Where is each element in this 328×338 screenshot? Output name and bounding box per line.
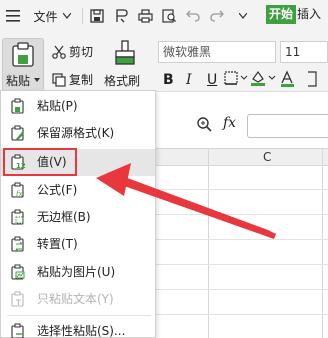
highlight-box: [3, 148, 77, 176]
grid-line: [156, 314, 328, 315]
hamburger-menu-icon[interactable]: [2, 0, 24, 32]
grid-line: [156, 214, 328, 215]
file-menu-button[interactable]: 文件: [26, 0, 78, 32]
undo-icon[interactable]: [182, 0, 204, 32]
menu-item-paste[interactable]: 粘贴(P): [1, 93, 155, 120]
ribbon-toolbar: 粘贴 剪切 复制 格式刷 微软雅黑 11 B I U: [0, 32, 328, 92]
file-menu-label: 文件: [33, 9, 58, 24]
menu-item-label: 保留源格式(K): [37, 126, 115, 140]
separator: [82, 8, 83, 24]
svg-text:fx: fx: [15, 190, 23, 198]
paste-dropdown-menu: 粘贴(P) 保留源格式(K) 12 值(V) fx 公式(F) 无边框(B) 转…: [0, 90, 156, 338]
font-name-select[interactable]: 微软雅黑: [158, 41, 276, 63]
menu-item-paste-as-picture[interactable]: 粘贴为图片(U): [1, 259, 155, 286]
menu-item-label: 选择性粘贴(S)...: [37, 324, 126, 338]
format-painter-icon: [115, 40, 135, 65]
paste-no-border-icon: [11, 209, 24, 225]
grid-line: [156, 189, 328, 190]
chevron-down-icon[interactable]: [232, 0, 254, 32]
grid-line: [156, 289, 328, 290]
paste-keep-format-icon: [11, 125, 24, 141]
bold-button[interactable]: B: [163, 70, 174, 90]
copy-button[interactable]: 复制: [52, 71, 93, 88]
grid-line: [156, 264, 328, 265]
menu-item-paste-text-only[interactable]: 只粘贴文本(Y): [1, 286, 155, 313]
paste-formula-icon: fx: [11, 182, 24, 198]
menu-item-label: 转置(T): [37, 237, 78, 251]
cut-label: 剪切: [69, 45, 94, 59]
formula-bar: fx: [156, 108, 328, 148]
grid-line: [156, 239, 328, 240]
insert-function-button[interactable]: fx: [223, 115, 236, 131]
menu-item-label: 粘贴为图片(U): [37, 265, 116, 279]
menu-item-label: 公式(F): [37, 183, 78, 197]
italic-button[interactable]: I: [186, 70, 192, 90]
borders-icon: [224, 71, 248, 85]
fill-color-icon: [251, 70, 276, 86]
menu-item-transpose[interactable]: 转置(T): [1, 231, 155, 258]
export-pdf-icon[interactable]: [110, 0, 132, 32]
tab-start[interactable]: 开始: [266, 5, 297, 24]
borders-button[interactable]: [224, 70, 250, 90]
grid-line: [322, 148, 323, 338]
underline-button[interactable]: U: [207, 70, 217, 90]
menu-item-formula[interactable]: fx 公式(F): [1, 177, 155, 204]
menu-item-paste-special[interactable]: 选择性粘贴(S)...: [1, 318, 155, 338]
copy-icon: [52, 72, 66, 87]
scissors-icon: [52, 45, 66, 59]
clipboard-icon: [12, 42, 34, 67]
paste-transpose-icon: [11, 236, 24, 252]
save-icon[interactable]: [86, 0, 108, 32]
tab-insert[interactable]: 插入: [297, 5, 321, 24]
column-header-c[interactable]: C: [263, 149, 271, 165]
column-header-row: C: [156, 148, 328, 166]
fill-color-button[interactable]: [250, 70, 278, 90]
menu-item-label: 只粘贴文本(Y): [37, 292, 114, 306]
font-size-select[interactable]: 11: [280, 41, 328, 63]
paste-as-picture-icon: [11, 264, 25, 280]
formula-input[interactable]: [247, 114, 328, 138]
menu-item-label: 无边框(B): [37, 210, 91, 224]
paste-text-only-icon: [11, 291, 24, 307]
zoom-magnifier-icon[interactable]: [196, 116, 212, 132]
menu-item-no-border[interactable]: 无边框(B): [1, 204, 155, 231]
print-preview-icon[interactable]: [158, 0, 180, 32]
paste-button[interactable]: 粘贴: [2, 38, 44, 92]
chevron-down-icon: [62, 13, 71, 19]
font-color-button[interactable]: [280, 70, 320, 90]
paste-special-icon: [11, 323, 24, 338]
paste-label: 粘贴: [6, 74, 31, 88]
grid-line: [208, 148, 209, 338]
title-bar: 文件 开始 插入: [0, 0, 328, 32]
format-painter-label: 格式刷: [104, 74, 141, 88]
font-color-icon: [281, 70, 317, 87]
menu-item-label: 粘贴(P): [37, 99, 78, 113]
menu-divider: [7, 315, 151, 316]
menu-item-keep-source-format[interactable]: 保留源格式(K): [1, 120, 155, 147]
format-painter-button[interactable]: 格式刷: [104, 36, 144, 92]
redo-icon[interactable]: [206, 0, 228, 32]
copy-label: 复制: [69, 73, 94, 87]
chevron-down-icon: [34, 78, 40, 82]
paste-icon: [11, 98, 24, 114]
print-icon[interactable]: [134, 0, 156, 32]
cut-button[interactable]: 剪切: [52, 43, 93, 60]
